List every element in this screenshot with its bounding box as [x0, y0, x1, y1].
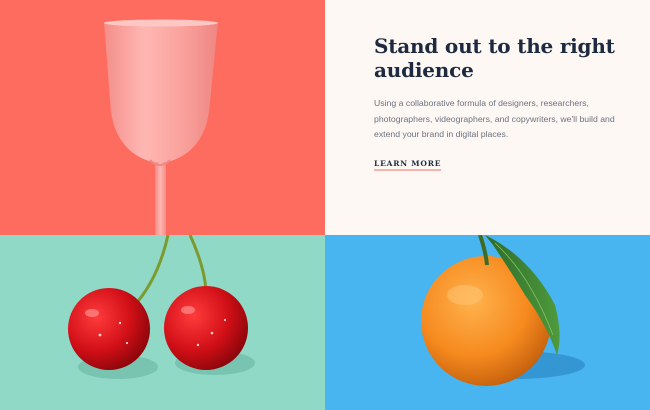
glass-photo-tile	[0, 0, 325, 235]
tangerine-image	[421, 235, 585, 386]
pink-glass-image	[104, 19, 218, 235]
hero-copy: Stand out to the right audience Using a …	[374, 34, 624, 171]
cherries-image	[68, 235, 255, 379]
learn-more-link[interactable]: LEARN MORE	[374, 159, 442, 171]
feature-grid: Stand out to the right audience Using a …	[0, 0, 650, 410]
orange-photo-tile	[325, 235, 650, 410]
hero-headline: Stand out to the right audience	[374, 34, 615, 82]
text-tile: Stand out to the right audience Using a …	[325, 0, 650, 235]
cherries-photo-tile	[0, 235, 325, 410]
hero-description: Using a collaborative formula of designe…	[374, 98, 615, 139]
